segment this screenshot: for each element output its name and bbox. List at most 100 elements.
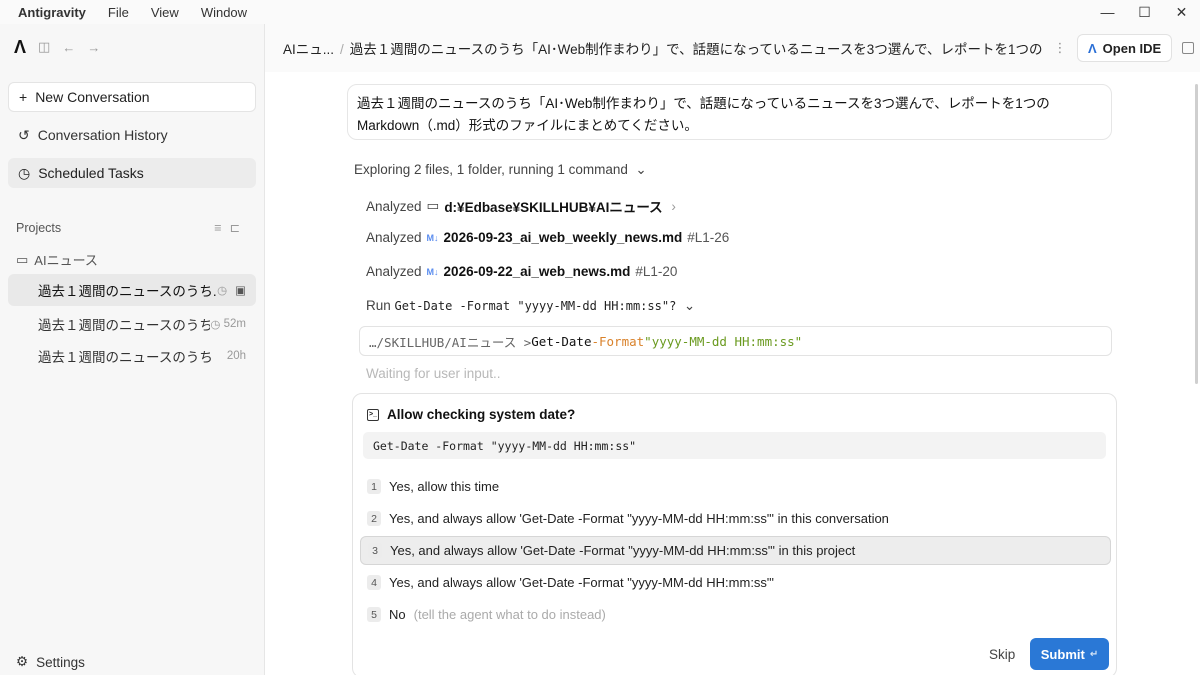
window-controls: — ☐ ✕ (1089, 0, 1200, 24)
minimize-button[interactable]: — (1089, 0, 1126, 24)
permission-dialog: >_ Allow checking system date? Get-Date … (352, 393, 1117, 675)
app-name[interactable]: Antigravity (18, 5, 86, 20)
breadcrumb-project[interactable]: AIニュ... (283, 42, 334, 57)
sidebar-nav-row: Ʌ ◫ ← → (0, 24, 264, 70)
conversation-item[interactable]: 過去１週間のニュースのうち 20h (8, 340, 256, 372)
submit-button[interactable]: Submit ↵ (1030, 638, 1109, 670)
option-label: No (389, 607, 406, 622)
step-verb: Analyzed (366, 198, 422, 214)
option-number: 3 (368, 543, 382, 558)
menu-file[interactable]: File (108, 5, 129, 20)
permission-option-3-selected[interactable]: 3 Yes, and always allow 'Get-Date -Forma… (360, 536, 1111, 565)
option-number: 1 (367, 479, 381, 494)
clock-icon: ◷ (18, 164, 31, 181)
option-number: 4 (367, 575, 381, 590)
clock-icon: ◷ (210, 319, 224, 331)
terminal-icon: >_ (367, 408, 379, 421)
open-ide-label: Open IDE (1102, 40, 1162, 56)
chevron-right-icon: › (667, 198, 676, 214)
back-arrow-icon[interactable]: ← (62, 40, 75, 55)
user-prompt: 過去１週間のニュースのうち「AI･Web制作まわり」で、話題になっているニュース… (347, 84, 1112, 140)
markdown-icon: M↓ (426, 232, 439, 243)
exploring-label: Exploring 2 files, 1 folder, running 1 c… (354, 162, 628, 177)
analyzed-step[interactable]: Analyzed M↓ 2026-09-23_ai_web_weekly_new… (366, 230, 729, 245)
conversation-title: 過去１週間のニュースのうち (38, 318, 211, 333)
conversation-title: 過去１週間のニュースのうち (38, 350, 213, 365)
run-command: Get-Date -Format "yyyy-MM-dd HH:mm:ss"? (394, 299, 677, 313)
option-label: Yes, and always allow 'Get-Date -Format … (389, 575, 775, 590)
sidebar: Ʌ ◫ ← → + New Conversation ↺ Conversatio… (0, 24, 265, 675)
chevron-down-icon: ⌄ (631, 162, 647, 177)
step-verb: Analyzed (366, 230, 422, 245)
step-anchor: #L1-26 (687, 230, 730, 245)
option-label: Yes, allow this time (389, 479, 500, 494)
antigravity-logo-icon: Ʌ (14, 36, 27, 57)
run-command-step[interactable]: Run Get-Date -Format "yyyy-MM-dd HH:mm:s… (366, 298, 695, 314)
option-label: Yes, and always allow 'Get-Date -Format … (389, 511, 889, 526)
history-icon: ↺ (18, 126, 30, 143)
project-name: AIニュース (34, 253, 98, 268)
more-options-icon[interactable]: ⋮ (1051, 40, 1069, 56)
analyzed-step[interactable]: Analyzed ▭ d:¥Edbase¥SKILLHUB¥AIニュース › (366, 196, 676, 216)
permission-option-4[interactable]: 4 Yes, and always allow 'Get-Date -Forma… (360, 568, 1111, 597)
step-target: d:¥Edbase¥SKILLHUB¥AIニュース (444, 200, 663, 215)
chevron-down-icon: ⌄ (680, 298, 696, 313)
permission-command: Get-Date -Format "yyyy-MM-dd HH:mm:ss" (363, 432, 1106, 459)
skip-button[interactable]: Skip (989, 647, 1015, 662)
plus-icon: + (19, 89, 28, 105)
conversation-title: 過去１週間のニュースのうち... (38, 284, 218, 299)
maximize-button[interactable]: ☐ (1126, 0, 1163, 24)
conversation-history-button[interactable]: ↺ Conversation History (8, 120, 256, 150)
projects-label: Projects (16, 220, 62, 235)
projects-actions: ≡⊏ (214, 220, 248, 235)
option-label: Yes, and always allow 'Get-Date -Format … (390, 543, 856, 558)
step-target: 2026-09-23_ai_web_weekly_news.md (443, 230, 683, 245)
close-button[interactable]: ✕ (1163, 0, 1200, 24)
menu-view[interactable]: View (151, 5, 179, 20)
breadcrumb: AIニュ... / 過去１週間のニュースのうち「AI･Web制作まわり」で、話題にな… (283, 38, 1043, 58)
clock-icon: ◷ (217, 285, 228, 297)
filter-icon[interactable]: ≡ (214, 221, 229, 235)
folder-icon: ▭ (426, 198, 440, 213)
exploring-summary[interactable]: Exploring 2 files, 1 folder, running 1 c… (354, 162, 647, 178)
terminal-cmd: Get-Date (531, 333, 592, 349)
conversation-item-active[interactable]: 過去１週間のニュースのうち... ◷ ▣ (8, 274, 256, 306)
permission-option-2[interactable]: 2 Yes, and always allow 'Get-Date -Forma… (360, 504, 1111, 533)
permission-option-1[interactable]: 1 Yes, allow this time (360, 472, 1111, 501)
forward-arrow-icon[interactable]: → (87, 40, 100, 55)
project-item[interactable]: ▭ AIニュース (16, 250, 98, 269)
markdown-icon: M↓ (426, 266, 439, 277)
step-anchor: #L1-20 (635, 264, 678, 279)
menu-window[interactable]: Window (201, 5, 247, 20)
conversation-item[interactable]: 過去１週間のニュースのうち ◷ 52m (8, 308, 256, 340)
folder-icon: ▭ (16, 251, 29, 267)
option-hint: (tell the agent what to do instead) (413, 607, 606, 622)
settings-label: Settings (36, 654, 85, 670)
enter-key-icon: ↵ (1089, 648, 1099, 660)
menu-bar: Antigravity File View Window (0, 0, 265, 24)
conversation-main: 過去１週間のニュースのうち「AI･Web制作まわり」で、話題になっているニュース… (265, 72, 1200, 675)
breadcrumb-separator: / (340, 42, 344, 57)
panel-toggle-icon[interactable] (1182, 42, 1195, 54)
permission-option-5[interactable]: 5 No (tell the agent what to do instead) (360, 600, 1111, 629)
notification-icon[interactable]: ▣ (235, 283, 246, 297)
terminal-line: …/SKILLHUB/AIニュース > Get-Date -Format "yy… (359, 326, 1112, 356)
scrollbar[interactable] (1195, 84, 1198, 384)
antigravity-logo-icon: Ʌ (1088, 40, 1097, 56)
new-conversation-button[interactable]: + New Conversation (8, 82, 256, 112)
run-verb: Run (366, 298, 391, 313)
option-number: 5 (367, 607, 381, 622)
new-conversation-label: New Conversation (35, 89, 150, 105)
scheduled-tasks-label: Scheduled Tasks (38, 165, 144, 181)
step-target: 2026-09-22_ai_web_news.md (443, 264, 631, 279)
settings-button[interactable]: ⚙ Settings (16, 654, 85, 670)
permission-title: >_ Allow checking system date? (367, 407, 575, 422)
gear-icon: ⚙ (16, 654, 29, 669)
new-folder-icon[interactable]: ⊏ (230, 221, 248, 235)
sidebar-toggle-icon[interactable]: ◫ (38, 39, 50, 55)
open-ide-button[interactable]: Ʌ Open IDE (1077, 34, 1173, 62)
analyzed-step[interactable]: Analyzed M↓ 2026-09-22_ai_web_news.md #L… (366, 264, 677, 279)
terminal-flag: -Format (591, 333, 645, 349)
scheduled-tasks-button[interactable]: ◷ Scheduled Tasks (8, 158, 256, 188)
conversation-age: 20h (226, 350, 246, 362)
